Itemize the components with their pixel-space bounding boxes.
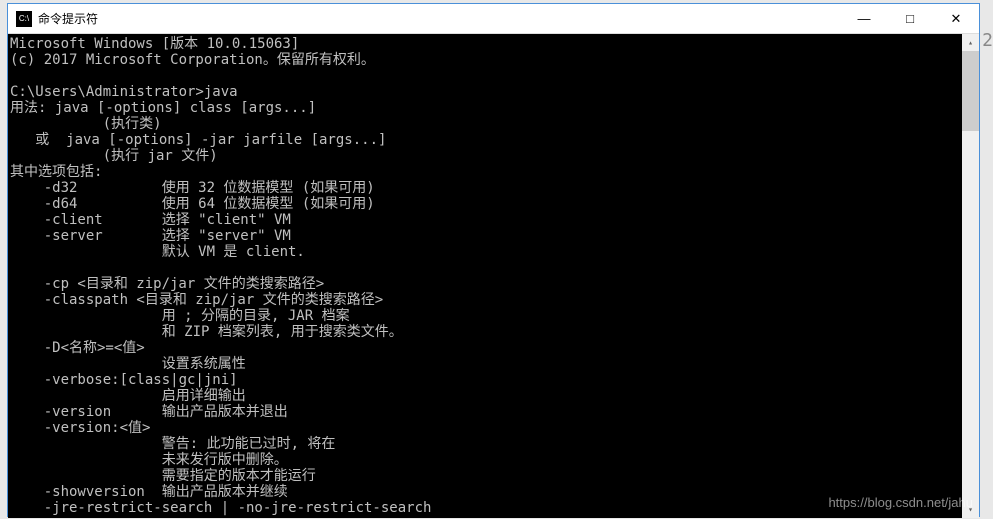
window-controls: — □ ✕ (841, 4, 979, 34)
window-title: 命令提示符 (38, 10, 98, 27)
background-number: 2 (982, 30, 993, 51)
watermark-text: https://blog.csdn.net/jahu (828, 495, 973, 510)
maximize-button[interactable]: □ (887, 4, 933, 34)
terminal-output[interactable]: Microsoft Windows [版本 10.0.15063] (c) 20… (8, 34, 962, 518)
cmd-icon: C:\ (16, 11, 32, 27)
scroll-up-button[interactable]: ▴ (962, 34, 979, 51)
terminal-area: Microsoft Windows [版本 10.0.15063] (c) 20… (8, 34, 979, 518)
minimize-button[interactable]: — (841, 4, 887, 34)
command-prompt-window: C:\ 命令提示符 — □ ✕ Microsoft Windows [版本 10… (7, 3, 980, 517)
scrollbar[interactable]: ▴ ▾ (962, 34, 979, 518)
scrollbar-thumb[interactable] (962, 51, 979, 131)
close-button[interactable]: ✕ (933, 4, 979, 34)
titlebar[interactable]: C:\ 命令提示符 — □ ✕ (8, 4, 979, 34)
